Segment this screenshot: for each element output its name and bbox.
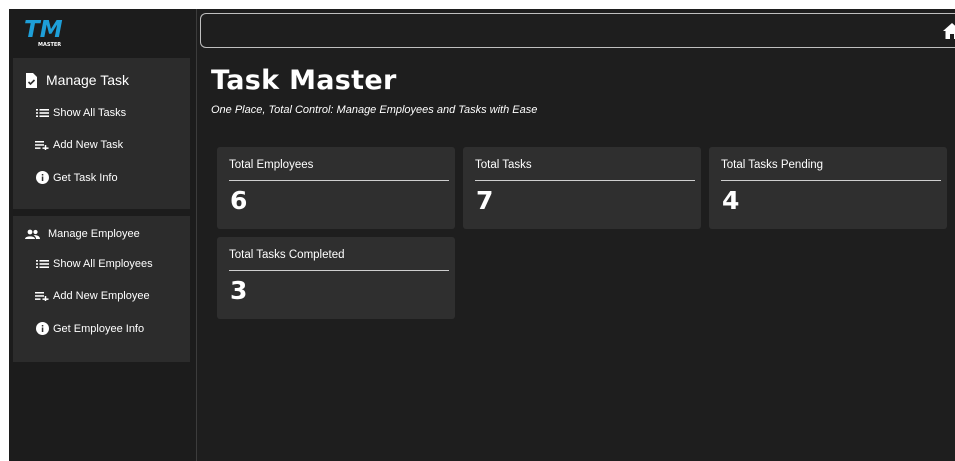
sidebar: TM MASTER Manage Task Show All Tasks Add…	[9, 9, 197, 461]
stat-card-label: Total Employees	[229, 159, 314, 171]
list-icon	[35, 108, 49, 118]
playlist-add-icon	[35, 291, 49, 301]
home-icon	[943, 23, 955, 39]
sidebar-item-label: Add New Task	[53, 139, 124, 151]
info-icon	[35, 322, 49, 335]
stat-card-divider	[229, 180, 449, 181]
manage-employee-title: Manage Employee	[48, 228, 140, 240]
sidebar-item-add-new-employee[interactable]: Add New Employee	[35, 290, 150, 302]
sidebar-item-label: Add New Employee	[53, 290, 150, 302]
info-icon	[35, 171, 49, 184]
app-window: TM MASTER Manage Task Show All Tasks Add…	[9, 9, 955, 461]
sidebar-item-show-all-tasks[interactable]: Show All Tasks	[35, 107, 126, 119]
stat-card-label: Total Tasks	[475, 159, 532, 171]
stat-card-value: 3	[230, 276, 248, 305]
logo-text: TM	[24, 17, 63, 43]
home-button[interactable]	[943, 23, 955, 39]
list-icon	[35, 259, 49, 269]
top-bar	[200, 13, 955, 48]
stat-card-label: Total Tasks Pending	[721, 159, 824, 171]
sidebar-item-add-new-task[interactable]: Add New Task	[35, 139, 123, 151]
people-icon	[25, 229, 40, 239]
stat-card-value: 7	[476, 186, 494, 215]
sidebar-item-show-all-employees[interactable]: Show All Employees	[35, 258, 153, 270]
manage-task-title: Manage Task	[46, 72, 130, 88]
logo-subtext: MASTER	[38, 42, 61, 48]
page-subtitle: One Place, Total Control: Manage Employe…	[211, 104, 538, 116]
manage-task-panel: Manage Task Show All Tasks Add New Task …	[13, 58, 190, 209]
task-document-icon	[25, 72, 38, 88]
playlist-add-icon	[35, 140, 49, 150]
stat-card-total-tasks-completed: Total Tasks Completed 3	[217, 237, 455, 319]
app-logo[interactable]: TM MASTER	[23, 13, 69, 49]
stat-card-total-employees: Total Employees 6	[217, 147, 455, 229]
logo-mark: TM MASTER	[24, 17, 63, 48]
sidebar-item-label: Show All Tasks	[53, 107, 127, 119]
stat-card-total-tasks: Total Tasks 7	[463, 147, 701, 229]
sidebar-item-label: Get Employee Info	[53, 322, 145, 335]
sidebar-item-label: Show All Employees	[53, 258, 153, 270]
stat-card-total-tasks-pending: Total Tasks Pending 4	[709, 147, 947, 229]
manage-employee-header[interactable]: Manage Employee	[25, 228, 140, 240]
manage-employee-panel: Manage Employee Show All Employees Add N…	[13, 216, 190, 362]
stat-card-divider	[475, 180, 695, 181]
stat-card-label: Total Tasks Completed	[229, 249, 345, 261]
sidebar-item-get-task-info[interactable]: Get Task Info	[35, 171, 118, 184]
stat-card-divider	[229, 270, 449, 271]
stat-card-divider	[721, 180, 941, 181]
manage-task-header[interactable]: Manage Task	[25, 72, 129, 88]
stat-card-value: 4	[722, 186, 740, 215]
page-title: Task Master	[211, 65, 397, 96]
stat-card-value: 6	[230, 186, 248, 215]
sidebar-item-get-employee-info[interactable]: Get Employee Info	[35, 322, 144, 335]
sidebar-item-label: Get Task Info	[53, 171, 118, 184]
